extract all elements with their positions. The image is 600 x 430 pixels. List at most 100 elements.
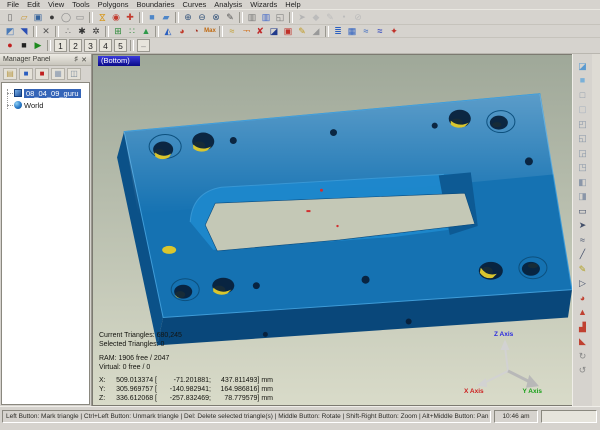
- datum-target-icon[interactable]: ◉: [109, 11, 123, 24]
- render-sphere-icon[interactable]: ●: [45, 11, 59, 24]
- stack-red-icon[interactable]: ▟: [575, 320, 590, 335]
- wave-icon[interactable]: ≈: [359, 25, 373, 38]
- menu-item[interactable]: Wizards: [246, 0, 281, 9]
- mesh-doctor-icon[interactable]: ▲: [139, 25, 153, 38]
- save-icon[interactable]: ▣: [31, 11, 45, 24]
- view-preset-2-button[interactable]: 2: [69, 39, 82, 52]
- poly-select-icon[interactable]: ▷: [575, 277, 590, 292]
- shaded-box-icon[interactable]: ■: [145, 11, 159, 24]
- globe-red-icon[interactable]: ◕: [175, 25, 189, 38]
- gear-icon[interactable]: ✲: [89, 25, 103, 38]
- null-disabled-icon[interactable]: ⊘: [351, 11, 365, 24]
- separator[interactable]: [139, 12, 143, 23]
- rect-select-icon[interactable]: ▭: [73, 11, 87, 24]
- view-preset-3-button[interactable]: 3: [84, 39, 97, 52]
- pencil-icon[interactable]: ✎: [223, 11, 237, 24]
- separator[interactable]: [155, 26, 159, 37]
- model-manager-tab-icon[interactable]: ▤: [3, 68, 17, 80]
- pointer-disabled-icon[interactable]: ➤: [295, 11, 309, 24]
- pan-view-icon[interactable]: ↺: [575, 364, 590, 379]
- menu-item[interactable]: Curves: [178, 0, 210, 9]
- spray-select-icon[interactable]: ∴: [61, 25, 75, 38]
- selection-tab-icon[interactable]: ■: [35, 68, 49, 80]
- separator[interactable]: [33, 26, 37, 37]
- separator[interactable]: [289, 12, 293, 23]
- iso-cube-icon[interactable]: ◰: [575, 117, 590, 132]
- view-preset-1-button[interactable]: 1: [54, 39, 67, 52]
- measure-active-icon[interactable]: ▥: [259, 11, 273, 24]
- align-crosshair-icon[interactable]: ✚: [123, 11, 137, 24]
- select-mesh-icon[interactable]: ◩: [3, 25, 17, 38]
- menu-item[interactable]: Analysis: [210, 0, 246, 9]
- view-preset-5-button[interactable]: 5: [114, 39, 127, 52]
- record-icon[interactable]: ●: [3, 39, 17, 52]
- sharpen-pencil-icon[interactable]: ✎: [295, 25, 309, 38]
- separator[interactable]: [175, 12, 179, 23]
- zoom-in-icon[interactable]: ⊕: [181, 11, 195, 24]
- max-icon[interactable]: Max: [203, 25, 217, 38]
- separator[interactable]: [325, 26, 329, 37]
- corner-cube-icon[interactable]: ◧: [575, 175, 590, 190]
- separator[interactable]: [239, 12, 243, 23]
- menu-item[interactable]: Tools: [68, 0, 94, 9]
- view-preset-4-button[interactable]: 4: [99, 39, 112, 52]
- delete-icon[interactable]: ✕: [39, 25, 53, 38]
- plane-cut-icon[interactable]: ◪: [267, 25, 281, 38]
- minimize-button[interactable]: –: [137, 39, 150, 52]
- circle-select-icon[interactable]: ◯: [59, 11, 73, 24]
- stitch-icon[interactable]: ∷: [125, 25, 139, 38]
- pie-red-icon[interactable]: ◕: [575, 291, 590, 306]
- bug-icon[interactable]: ✱: [75, 25, 89, 38]
- separator[interactable]: [89, 12, 93, 23]
- red-box-icon[interactable]: ▣: [281, 25, 295, 38]
- dot-disabled-icon[interactable]: ●: [337, 11, 351, 24]
- separator[interactable]: [55, 26, 59, 37]
- zoom-window-icon[interactable]: ⊗: [209, 11, 223, 24]
- smooth-icon[interactable]: ≈: [225, 25, 239, 38]
- pen-select-icon[interactable]: ✎: [575, 262, 590, 277]
- window-layout-icon[interactable]: ◱: [273, 11, 287, 24]
- merge-icon[interactable]: ◭: [161, 25, 175, 38]
- close-icon[interactable]: ✕: [80, 56, 88, 64]
- database-icon[interactable]: ≣: [331, 25, 345, 38]
- decimate-icon[interactable]: ✦: [387, 25, 401, 38]
- play-icon[interactable]: ▶: [31, 39, 45, 52]
- boundary-icon[interactable]: ¬¬: [239, 25, 253, 38]
- flag-icon[interactable]: ◥: [17, 25, 31, 38]
- corner-cube-alt-icon[interactable]: ◨: [575, 190, 590, 205]
- remesh-icon[interactable]: ✘: [253, 25, 267, 38]
- hourglass-icon[interactable]: ⋈: [96, 10, 109, 24]
- separator[interactable]: [130, 40, 134, 51]
- menu-item[interactable]: View: [44, 0, 68, 9]
- top-cube-icon[interactable]: ◲: [575, 146, 590, 161]
- front-cube-icon[interactable]: ◱: [575, 132, 590, 147]
- flat-shaded-icon[interactable]: ■: [575, 74, 590, 89]
- menu-item[interactable]: Boundaries: [133, 0, 179, 9]
- separator[interactable]: [219, 26, 223, 37]
- measure-icon[interactable]: ▥: [245, 11, 259, 24]
- wave-strong-icon[interactable]: ≈: [373, 25, 387, 38]
- menu-item[interactable]: Help: [281, 0, 304, 9]
- wireframe-view-icon[interactable]: □: [575, 88, 590, 103]
- lasso-select-icon[interactable]: ≈: [575, 233, 590, 248]
- separator[interactable]: [105, 26, 109, 37]
- shaded-plane-icon[interactable]: ▰: [159, 11, 173, 24]
- line-select-icon[interactable]: ╱: [575, 248, 590, 263]
- box-select-icon[interactable]: ▭: [575, 204, 590, 219]
- new-file-icon[interactable]: ▯: [3, 11, 17, 24]
- tree-item-world[interactable]: World: [2, 99, 89, 111]
- shaded-view-icon[interactable]: ◪: [575, 59, 590, 74]
- viewport-3d[interactable]: (Bottom): [92, 54, 572, 406]
- menu-item[interactable]: Edit: [23, 0, 44, 9]
- globe-dark-icon[interactable]: ◔: [189, 25, 203, 38]
- side-cube-icon[interactable]: ◳: [575, 161, 590, 176]
- points-view-icon[interactable]: ▢: [575, 103, 590, 118]
- wedge-gray-icon[interactable]: ◢: [309, 25, 323, 38]
- rotate-view-icon[interactable]: ↻: [575, 349, 590, 364]
- separator[interactable]: [47, 40, 51, 51]
- zoom-out-icon[interactable]: ⊖: [195, 11, 209, 24]
- pen-disabled-icon[interactable]: ✎: [323, 11, 337, 24]
- arrow-select-icon[interactable]: ➤: [575, 219, 590, 234]
- fill-holes-icon[interactable]: ⊞: [111, 25, 125, 38]
- properties-tab-icon[interactable]: ▦: [51, 68, 65, 80]
